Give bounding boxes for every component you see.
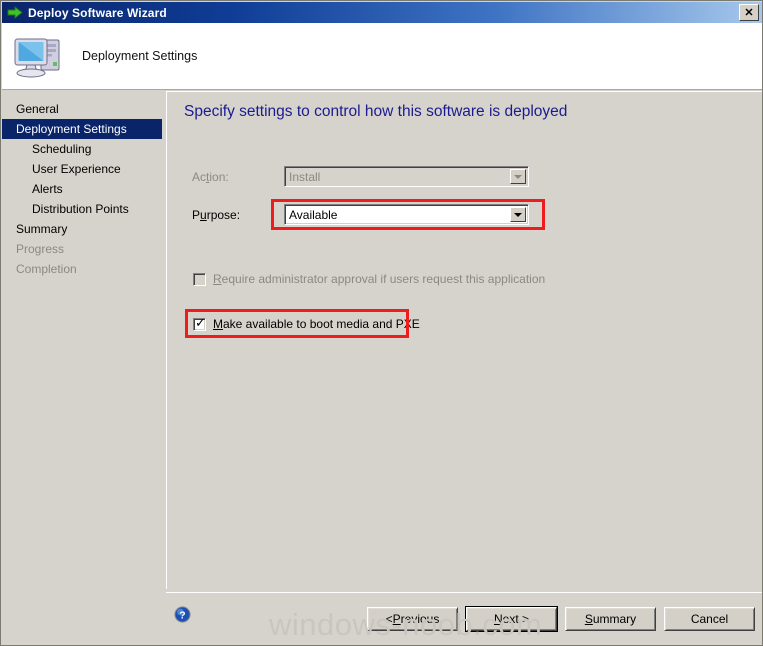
- sidebar-item-scheduling[interactable]: Scheduling: [2, 139, 162, 159]
- action-field-row: Action: Install: [192, 166, 529, 187]
- sidebar-item-distribution-points[interactable]: Distribution Points: [2, 199, 162, 219]
- boot-media-pxe-label: Make available to boot media and PXE: [213, 317, 420, 331]
- require-approval-label: Require administrator approval if users …: [213, 272, 546, 286]
- page-title: Specify settings to control how this sof…: [184, 103, 568, 120]
- footer-button-row: < Previous Next > Summary Cancel: [367, 606, 755, 632]
- boot-media-pxe-checkbox[interactable]: ✓: [193, 317, 206, 331]
- sidebar-item-completion: Completion: [16, 262, 77, 276]
- action-label: Action:: [192, 169, 229, 184]
- previous-button[interactable]: < Previous: [367, 607, 458, 631]
- sidebar-item-summary[interactable]: Summary: [2, 219, 162, 239]
- purpose-label: Purpose:: [192, 207, 241, 222]
- close-icon[interactable]: ✕: [739, 4, 759, 21]
- wizard-header: Deployment Settings: [2, 23, 762, 90]
- summary-button[interactable]: Summary: [565, 607, 656, 631]
- require-approval-checkbox-row: Require administrator approval if users …: [193, 272, 545, 286]
- require-approval-checkbox[interactable]: [193, 272, 206, 286]
- svg-text:?: ?: [179, 609, 185, 621]
- action-value: Install: [289, 169, 321, 184]
- sidebar-item-deployment-settings[interactable]: Deployment Settings: [2, 119, 162, 139]
- wizard-content-panel: Specify settings to control how this sof…: [166, 91, 762, 589]
- help-question-icon[interactable]: ?: [174, 606, 191, 623]
- sidebar-item-alerts[interactable]: Alerts: [2, 179, 162, 199]
- title-bar: Deploy Software Wizard ✕: [2, 2, 762, 23]
- chevron-down-icon[interactable]: [510, 169, 526, 184]
- title-bar-buttons: ✕: [739, 4, 759, 21]
- boot-media-pxe-checkbox-row: ✓ Make available to boot media and PXE: [193, 317, 420, 331]
- sidebar-item-general[interactable]: General: [2, 99, 162, 119]
- chevron-down-icon[interactable]: [510, 207, 526, 222]
- purpose-field-row: Purpose: Available: [192, 204, 529, 225]
- header-title: Deployment Settings: [82, 49, 198, 63]
- sidebar-item-progress: Progress: [16, 242, 65, 256]
- next-button[interactable]: Next >: [465, 606, 558, 632]
- purpose-value: Available: [289, 207, 338, 222]
- purpose-dropdown[interactable]: Available: [284, 204, 529, 225]
- green-arrow-icon: [6, 5, 24, 21]
- window-title: Deploy Software Wizard: [28, 5, 167, 20]
- cancel-button[interactable]: Cancel: [664, 607, 755, 631]
- sidebar-top-spacer: [2, 91, 162, 99]
- sidebar-item-user-experience[interactable]: User Experience: [2, 159, 162, 179]
- wizard-step-list: General Deployment Settings Scheduling User…: [2, 91, 162, 645]
- deploy-software-wizard-window: Deploy Software Wizard ✕ Deployment Sett…: [0, 0, 763, 646]
- action-dropdown[interactable]: Install: [284, 166, 529, 187]
- computer-icon: [12, 33, 64, 79]
- wizard-footer: ? < Previous Next > Summary Cancel: [166, 592, 762, 645]
